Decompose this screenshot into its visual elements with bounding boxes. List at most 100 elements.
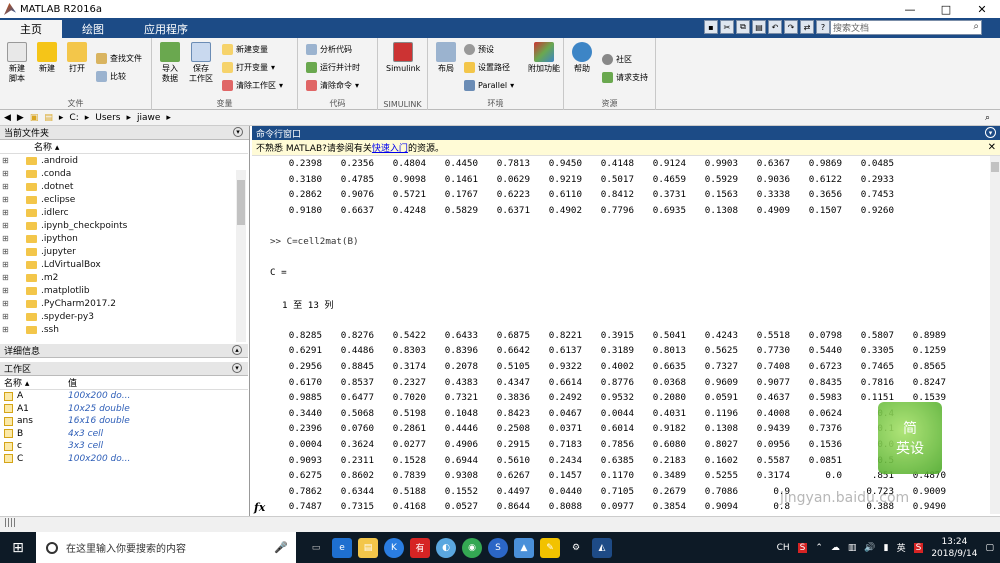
folder-item[interactable]: ⊞ .m2: [0, 271, 248, 284]
clear-commands-button[interactable]: 清除命令 ▾: [306, 78, 359, 92]
command-scrollbar[interactable]: [990, 156, 1000, 514]
breadcrumb-jiawe[interactable]: jiawe: [137, 113, 160, 123]
parallel-button[interactable]: Parallel ▾: [464, 78, 514, 92]
addons-button[interactable]: 附加功能: [526, 42, 562, 74]
breadcrumb-users[interactable]: Users: [95, 113, 120, 123]
folder-item[interactable]: ⊞ .ssh: [0, 323, 248, 336]
paste-quick-icon[interactable]: ▤: [752, 20, 766, 34]
search-docs-input[interactable]: 搜索文档 ⌕: [830, 20, 982, 35]
workspace-row[interactable]: c 3x3 cell: [0, 440, 248, 453]
panel-menu-icon[interactable]: ▾: [233, 127, 243, 137]
edge-icon[interactable]: e: [332, 537, 352, 558]
battery-icon[interactable]: ▮: [884, 543, 889, 553]
new-button[interactable]: 新建: [33, 42, 61, 74]
back-arrow-icon[interactable]: ◀: [4, 113, 11, 123]
request-support-button[interactable]: 请求支持: [602, 70, 648, 84]
expand-plus-icon[interactable]: ⊞: [2, 260, 10, 269]
analyze-code-button[interactable]: 分析代码: [306, 42, 352, 56]
cloud-icon[interactable]: ☁: [831, 543, 840, 553]
open-button[interactable]: 打开: [63, 42, 91, 74]
clock[interactable]: 13:24 2018/9/14: [931, 536, 977, 560]
app-pen-icon[interactable]: ✎: [540, 537, 560, 558]
switch-window-icon[interactable]: ⇄: [800, 20, 814, 34]
import-data-button[interactable]: 导入 数据: [156, 42, 184, 84]
layout-button[interactable]: 布局: [432, 42, 460, 74]
app-red-icon[interactable]: 有: [410, 537, 430, 558]
find-files-button[interactable]: 查找文件: [96, 51, 142, 65]
folder-item[interactable]: ⊞ .matplotlib: [0, 284, 248, 297]
sogou-tray-icon[interactable]: S: [913, 542, 924, 553]
workspace-row[interactable]: C 100x200 do...: [0, 453, 248, 466]
expand-plus-icon[interactable]: ⊞: [2, 247, 10, 256]
expand-plus-icon[interactable]: ⊞: [2, 182, 10, 191]
app-globe-icon[interactable]: ◐: [436, 537, 456, 558]
workspace-name-column[interactable]: 名称 ▴: [0, 376, 68, 389]
panel-menu-icon[interactable]: ▾: [985, 127, 996, 138]
folder-item[interactable]: ⊞ .jupyter: [0, 245, 248, 258]
details-header[interactable]: 详细信息 ▴: [0, 344, 248, 358]
expand-plus-icon[interactable]: ⊞: [2, 286, 10, 295]
folder-item[interactable]: ⊞ .ipython: [0, 232, 248, 245]
expand-icon[interactable]: ▴: [232, 345, 242, 355]
volume-icon[interactable]: 🔊: [864, 543, 875, 553]
folder-item[interactable]: ⊞ .idlerc: [0, 206, 248, 219]
expand-plus-icon[interactable]: ⊞: [2, 312, 10, 321]
expand-plus-icon[interactable]: ⊞: [2, 273, 10, 282]
set-path-button[interactable]: 设置路径: [464, 60, 510, 74]
folder-item[interactable]: ⊞ .LdVirtualBox: [0, 258, 248, 271]
folder-item[interactable]: ⊞ .dotnet: [0, 180, 248, 193]
expand-plus-icon[interactable]: ⊞: [2, 156, 10, 165]
minimize-button[interactable]: —: [892, 0, 928, 18]
panel-menu-icon[interactable]: ▾: [232, 363, 242, 373]
notifications-icon[interactable]: ▢: [985, 543, 994, 553]
expand-plus-icon[interactable]: ⊞: [2, 221, 10, 230]
app-k-icon[interactable]: K: [384, 537, 404, 558]
expand-plus-icon[interactable]: ⊞: [2, 169, 10, 178]
app-blue-s-icon[interactable]: S: [488, 537, 508, 558]
new-script-button[interactable]: 新建 脚本: [3, 42, 31, 84]
folder-item[interactable]: ⊞ .spyder-py3: [0, 310, 248, 323]
workspace-row[interactable]: ans 16x16 double: [0, 415, 248, 428]
taskbar-search[interactable]: 在这里输入你要搜索的内容 🎤: [36, 532, 296, 563]
simulink-button[interactable]: Simulink: [386, 42, 420, 74]
copy-quick-icon[interactable]: ⧉: [736, 20, 750, 34]
chevron-up-icon[interactable]: ⌃: [815, 543, 823, 553]
folder-item[interactable]: ⊞ .android: [0, 154, 248, 167]
settings-gear-icon[interactable]: ⚙: [566, 538, 586, 558]
search-icon[interactable]: ⌕: [973, 21, 979, 32]
language-indicator[interactable]: CH: [777, 543, 790, 553]
workspace-row[interactable]: A 100x200 do...: [0, 390, 248, 403]
community-button[interactable]: 社区: [602, 52, 632, 66]
file-explorer-icon[interactable]: ▤: [358, 537, 378, 558]
close-notice-icon[interactable]: ✕: [988, 142, 996, 153]
workspace-row[interactable]: A1 10x25 double: [0, 403, 248, 416]
help-quick-icon[interactable]: ?: [816, 20, 830, 34]
help-button[interactable]: 帮助: [568, 42, 596, 74]
expand-plus-icon[interactable]: ⊞: [2, 234, 10, 243]
workspace-row[interactable]: B 4x3 cell: [0, 428, 248, 441]
folder-item[interactable]: ⊞ .eclipse: [0, 193, 248, 206]
search-folder-icon[interactable]: ⌕: [985, 113, 990, 123]
clear-workspace-button[interactable]: 清除工作区 ▾: [222, 78, 283, 92]
task-view-icon[interactable]: ▭: [306, 538, 326, 558]
matlab-taskbar-icon[interactable]: ◭: [592, 537, 612, 558]
name-column-header[interactable]: 名称 ▴: [0, 140, 248, 154]
save-workspace-button[interactable]: 保存 工作区: [187, 42, 215, 84]
folder-item[interactable]: ⊞ .ipynb_checkpoints: [0, 219, 248, 232]
tab-home[interactable]: 主页: [0, 20, 62, 38]
new-variable-button[interactable]: 新建变量: [222, 42, 268, 56]
save-quick-icon[interactable]: ▪: [704, 20, 718, 34]
cut-quick-icon[interactable]: ✂: [720, 20, 734, 34]
network-icon[interactable]: ▥: [848, 543, 857, 553]
fx-icon[interactable]: fx: [254, 501, 265, 514]
open-variable-button[interactable]: 打开变量 ▾: [222, 60, 275, 74]
run-and-time-button[interactable]: 运行并计时: [306, 60, 360, 74]
quick-start-link[interactable]: 快速入门: [372, 141, 408, 154]
preferences-button[interactable]: 预设: [464, 42, 494, 56]
up-folder-icon[interactable]: ▣: [30, 113, 39, 123]
workspace-value-column[interactable]: 值: [68, 376, 77, 389]
sogou-icon[interactable]: S: [797, 542, 808, 553]
expand-plus-icon[interactable]: ⊞: [2, 195, 10, 204]
folder-scrollbar[interactable]: [236, 170, 246, 342]
redo-quick-icon[interactable]: ↷: [784, 20, 798, 34]
